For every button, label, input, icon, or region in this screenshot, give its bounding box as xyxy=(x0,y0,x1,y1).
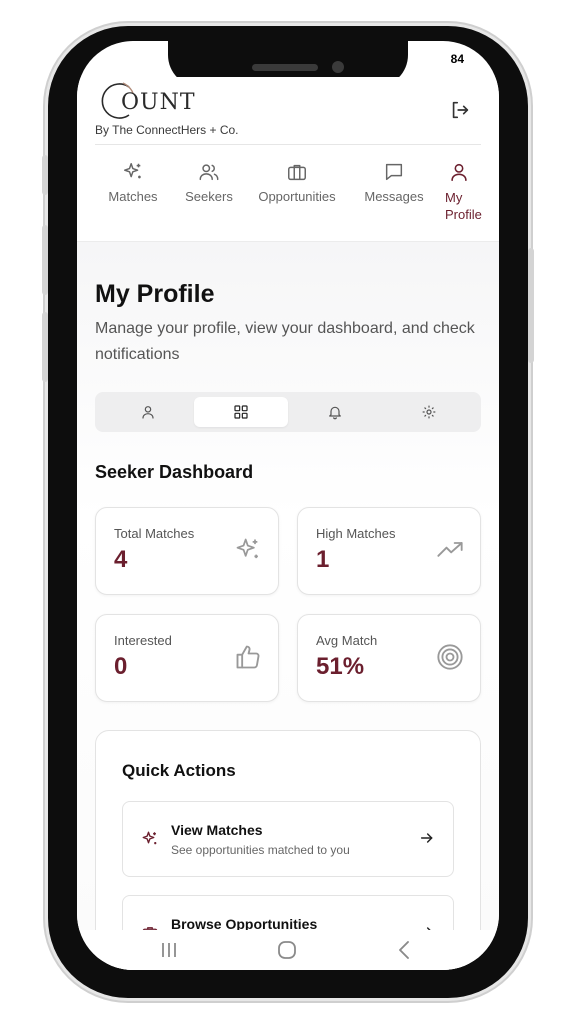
nav-label: My Profile xyxy=(445,190,482,222)
back-icon[interactable] xyxy=(391,936,419,964)
volume-down-button xyxy=(42,312,48,382)
tab-dashboard[interactable] xyxy=(194,397,288,427)
page-subtitle: Manage your profile, view your dashboard… xyxy=(95,320,475,363)
nav-label: Opportunities xyxy=(258,189,336,204)
tab-settings[interactable] xyxy=(382,397,476,427)
stat-value: 1 xyxy=(316,546,330,573)
profile-content: My Profile Manage your profile, view you… xyxy=(77,242,499,970)
nav-item-messages[interactable]: Messages xyxy=(361,145,427,204)
quick-action-subtitle: See opportunities matched to you xyxy=(171,843,350,857)
system-nav-bar xyxy=(77,930,499,970)
stat-label: Interested xyxy=(114,633,172,648)
speaker-grille xyxy=(252,64,318,71)
stat-value: 0 xyxy=(114,653,128,680)
arrow-right-icon xyxy=(420,833,433,843)
sparkles-icon xyxy=(124,163,141,179)
quick-action-title: View Matches xyxy=(171,822,263,838)
sparkles-icon xyxy=(236,538,258,559)
stat-value: 4 xyxy=(114,546,128,573)
trending-up-icon xyxy=(437,542,463,557)
quick-action-view-matches[interactable]: View Matches See opportunities matched t… xyxy=(122,801,454,877)
tab-notifications[interactable] xyxy=(288,397,382,427)
stat-card-avg-match[interactable]: Avg Match 51% xyxy=(297,614,481,702)
settings-icon xyxy=(422,405,436,419)
tab-profile[interactable] xyxy=(101,397,195,427)
nav-label: Messages xyxy=(364,189,424,204)
logout-icon[interactable] xyxy=(449,99,471,121)
thumbs-up-icon xyxy=(236,645,260,669)
main-nav: Matches Seekers Opportunities Messages M… xyxy=(77,145,499,241)
page-title: My Profile xyxy=(95,280,215,308)
briefcase-icon xyxy=(288,164,306,181)
nav-label: Matches xyxy=(108,189,158,204)
stat-card-total-matches[interactable]: Total Matches 4 xyxy=(95,507,279,595)
stat-label: High Matches xyxy=(316,526,396,541)
stat-card-high-matches[interactable]: High Matches 1 xyxy=(297,507,481,595)
battery-indicator: 84 xyxy=(445,51,469,67)
status-left-icons: ☁ ▯ xyxy=(132,54,151,65)
phone-screen: 5:37 ☁ ▯ ⌔ .ıll 84 OUNT By The ConnectHe… xyxy=(77,41,499,970)
stat-label: Avg Match xyxy=(316,633,378,648)
stat-label: Total Matches xyxy=(114,526,195,541)
brand-tagline: By The ConnectHers + Co. xyxy=(95,123,239,137)
nav-item-opportunities[interactable]: Opportunities xyxy=(255,145,339,204)
volume-up-button xyxy=(42,225,48,295)
sparkles-icon xyxy=(142,831,157,845)
home-icon[interactable] xyxy=(273,936,301,964)
nav-label: Seekers xyxy=(185,189,233,204)
dashboard-icon xyxy=(234,405,248,419)
user-icon xyxy=(451,163,467,182)
user-icon xyxy=(142,406,154,419)
nav-item-matches[interactable]: Matches xyxy=(103,145,163,204)
stat-value: 51% xyxy=(316,653,365,680)
dashboard-title: Seeker Dashboard xyxy=(95,462,254,482)
message-icon xyxy=(385,163,403,181)
stat-card-interested[interactable]: Interested 0 xyxy=(95,614,279,702)
recent-apps-icon[interactable] xyxy=(155,936,183,964)
phone-side-button xyxy=(42,155,48,195)
logo-wordmark: OUNT xyxy=(121,90,196,115)
quick-actions-title: Quick Actions xyxy=(122,761,236,780)
power-button xyxy=(528,248,534,363)
users-icon xyxy=(199,164,219,181)
bell-icon xyxy=(329,406,341,420)
app-header: OUNT By The ConnectHers + Co. xyxy=(77,77,499,143)
profile-tabs xyxy=(95,392,481,432)
target-icon xyxy=(437,644,463,670)
signal-icon: ⌔ .ıll xyxy=(415,53,441,65)
front-camera xyxy=(332,61,344,73)
nav-item-my-profile[interactable]: My Profile xyxy=(445,145,491,223)
status-right: ⌔ .ıll 84 xyxy=(415,51,469,67)
nav-item-seekers[interactable]: Seekers xyxy=(181,145,237,204)
